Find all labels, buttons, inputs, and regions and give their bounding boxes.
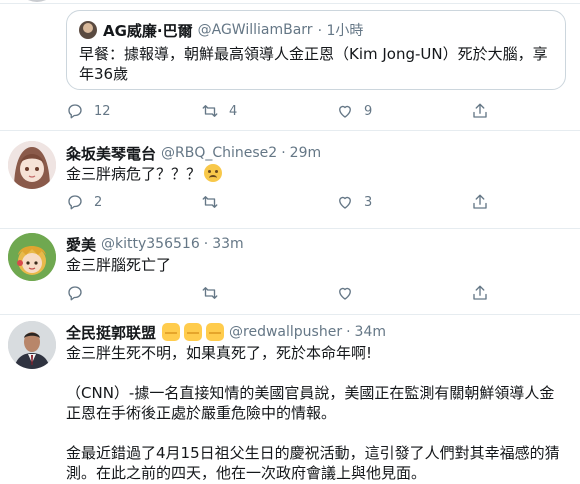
tweet-header: 愛美 @kitty356516 · 33m [66, 234, 244, 254]
author-handle[interactable]: @RBQ_Chinese2 [161, 145, 277, 161]
quoted-timestamp: · 1小時 [317, 23, 364, 39]
retweet-icon [202, 105, 218, 117]
author-name[interactable]: 全民挺郭联盟 [66, 322, 156, 343]
reply-button[interactable] [66, 284, 201, 302]
reply-button[interactable]: 2 [66, 193, 201, 211]
tweet-text: 金三胖腦死亡了 [66, 255, 566, 275]
reply-button[interactable]: 12 [66, 102, 201, 120]
previous-tweet-edge [0, 0, 580, 4]
like-count: 3 [364, 194, 373, 210]
tweet-paragraph: 金最近錯過了4月15日祖父生日的慶祝活動，這引發了人們對其幸福感的猜測。在此之前… [66, 444, 560, 482]
tweet-actions: 12 4 9 [66, 101, 511, 121]
quoted-author-handle: @AGWilliamBarr [197, 22, 313, 38]
author-name[interactable]: 愛美 [66, 234, 96, 255]
timestamp[interactable]: 34m [355, 324, 386, 340]
reply-icon [68, 286, 82, 301]
reply-icon [68, 104, 82, 119]
share-button[interactable] [471, 193, 511, 211]
author-name[interactable]: 粂坂美琴電台 [66, 143, 156, 164]
tweet-actions: 2 3 [66, 192, 511, 212]
tweet[interactable]: 愛美 @kitty356516 · 33m 金三胖腦死亡了 [0, 229, 580, 314]
cartoon-girl-avatar-icon [8, 233, 56, 281]
timestamp[interactable]: 29m [290, 145, 321, 161]
tweet-text: 金三胖生死不明，如果真死了，死於本命年啊! （CNN）-據一名直接知情的美國官員… [66, 343, 566, 483]
worried-face-icon [204, 164, 223, 182]
avatar[interactable] [8, 141, 56, 189]
reply-icon [68, 195, 82, 210]
retweet-button[interactable] [201, 193, 336, 211]
raised-fist-icon [162, 323, 181, 341]
author-handle[interactable]: @kitty356516 [101, 236, 200, 252]
tweet[interactable]: 全民挺郭联盟 @redwallpusher · 34m 金三胖生死不明，如果真死… [0, 315, 580, 484]
share-button[interactable] [471, 102, 511, 120]
raised-fist-icon [206, 323, 225, 341]
retweet-icon [202, 196, 218, 208]
reply-count: 2 [94, 194, 103, 210]
retweet-count: 4 [229, 103, 238, 119]
retweet-button[interactable] [201, 284, 336, 302]
quoted-author-name: AG威廉·巴爾 [103, 21, 193, 40]
tweet-body: 金三胖腦死亡了 [66, 256, 172, 274]
tweet-body: 金三胖病危了？？？ [66, 165, 202, 183]
share-icon [473, 285, 487, 300]
tweet-paragraph: （CNN）-據一名直接知情的美國官員說，美國正在監測有關朝鮮領導人金正恩在手術後… [66, 384, 555, 422]
name-emoji-group [158, 323, 225, 341]
like-button[interactable] [336, 284, 471, 302]
author-handle[interactable]: @redwallpusher [229, 324, 342, 340]
tweet-paragraph: 金三胖生死不明，如果真死了，死於本命年啊! [66, 344, 373, 362]
quoted-tweet-card[interactable]: AG威廉·巴爾 @AGWilliamBarr · 1小時 早餐：據報導，朝鮮最高… [66, 10, 566, 90]
separator-dot: · [346, 324, 351, 340]
heart-icon [339, 105, 351, 118]
tweet-header: 全民挺郭联盟 @redwallpusher · 34m [66, 322, 386, 342]
raised-fist-icon [184, 323, 203, 341]
share-icon [473, 103, 487, 118]
tweet-header: 粂坂美琴電台 @RBQ_Chinese2 · 29m [66, 143, 321, 163]
share-icon [473, 194, 487, 209]
retweet-button[interactable]: 4 [201, 102, 336, 120]
like-button[interactable]: 3 [336, 193, 471, 211]
separator-dot: · [203, 236, 209, 252]
heart-icon [339, 196, 351, 209]
anime-girl-avatar-icon [8, 141, 56, 189]
quoted-tweet-header: AG威廉·巴爾 @AGWilliamBarr · 1小時 [79, 19, 553, 41]
retweet-icon [202, 287, 218, 299]
man-portrait-avatar-icon [8, 321, 56, 369]
tweet-actions [66, 283, 511, 303]
like-button[interactable]: 9 [336, 102, 471, 120]
timestamp[interactable]: 33m [212, 236, 243, 252]
heart-icon [339, 287, 351, 300]
reply-count: 12 [94, 103, 111, 119]
tweet-text: 金三胖病危了？？？ [66, 164, 566, 184]
share-button[interactable] [471, 284, 511, 302]
quoted-avatar [79, 21, 97, 39]
like-count: 9 [364, 103, 373, 119]
quoted-tweet-text: 早餐：據報導，朝鮮最高領導人金正恩（Kim Jong-UN）死於大腦，享年36歲 [79, 45, 548, 83]
tweet[interactable]: 粂坂美琴電台 @RBQ_Chinese2 · 29m 金三胖病危了？？？ 2 3 [0, 131, 580, 228]
avatar[interactable] [8, 321, 56, 369]
avatar[interactable] [8, 233, 56, 281]
separator-dot: · [281, 145, 286, 161]
